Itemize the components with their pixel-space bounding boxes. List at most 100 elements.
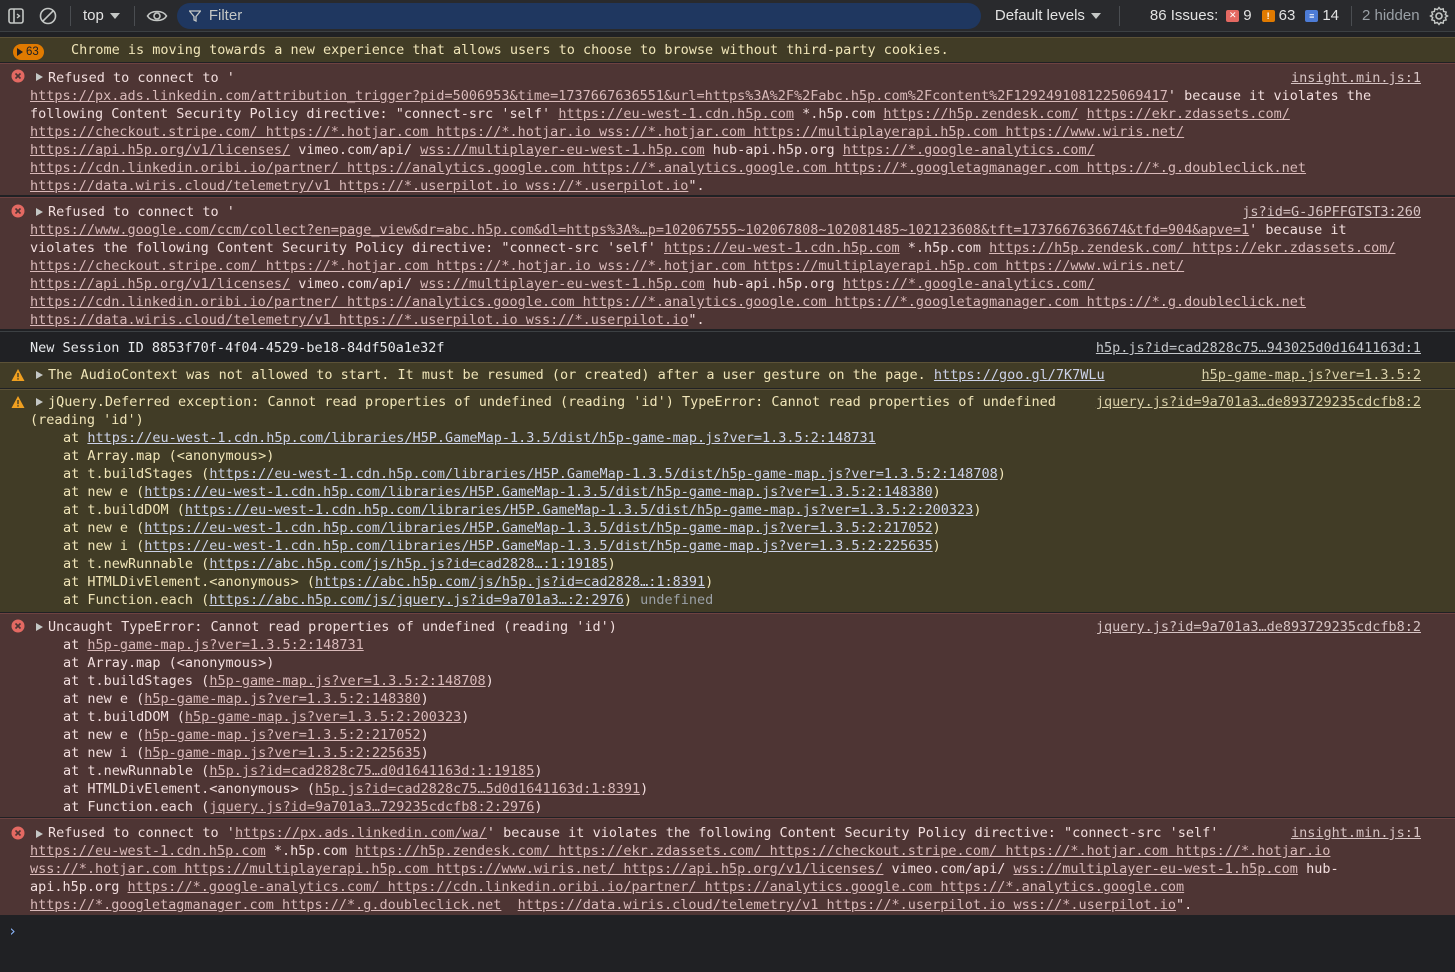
- url-link[interactable]: wss://multiplayer-eu-west-1.h5p.com: [420, 142, 704, 158]
- url-link[interactable]: https://abc.h5p.com/js/h5p.js?id=cad2828…: [315, 574, 705, 590]
- error-icon: [11, 69, 25, 83]
- url-link[interactable]: https://h5p.zendesk.com/ https://ekr.zda…: [989, 240, 1395, 256]
- source-link[interactable]: insight.min.js:1: [1291, 69, 1421, 87]
- message-text: api.h5p.org https://*.google-analytics.c…: [30, 879, 1185, 895]
- url-link[interactable]: h5p-game-map.js?ver=1.3.5:2:148708: [209, 673, 485, 689]
- stack-frame: at new e (https://eu-west-1.cdn.h5p.com/…: [63, 520, 941, 536]
- url-link[interactable]: https://abc.h5p.com/js/h5p.js?id=cad2828…: [209, 556, 607, 572]
- url-link[interactable]: https://cdn.linkedin.oribi.io/partner/ h…: [30, 159, 1306, 177]
- url-link[interactable]: https://*.google-analytics.com/ https://…: [128, 879, 1185, 895]
- url-link[interactable]: https://api.h5p.org/v1/licenses/: [30, 276, 290, 292]
- url-link[interactable]: https://data.wiris.cloud/telemetry/v1 ht…: [30, 178, 688, 194]
- expand-triangle-icon[interactable]: [36, 623, 43, 631]
- url-link[interactable]: https://ekr.zdassets.com/: [1087, 106, 1290, 122]
- url-link[interactable]: https://data.wiris.cloud/telemetry/v1 ht…: [30, 312, 688, 328]
- url-link[interactable]: https://goo.gl/7K7WLu: [934, 367, 1105, 383]
- source-link[interactable]: jquery.js?id=9a701a3…de893729235cdcfb8:2: [1096, 393, 1421, 411]
- url-link[interactable]: https://checkout.stripe.com/ https://*.h…: [30, 257, 1184, 275]
- url-link[interactable]: https://eu-west-1.cdn.h5p.com/libraries/…: [144, 520, 932, 536]
- console-prompt-chevron-icon[interactable]: ›: [8, 922, 17, 940]
- console-message-csp-error-linkedin[interactable]: Refused to connect to ' insight.min.js:1…: [0, 63, 1455, 195]
- url-link[interactable]: jquery.js?id=9a701a3…729235cdcfb8:2:2976: [209, 799, 534, 815]
- url-link[interactable]: https://abc.h5p.com/js/jquery.js?id=9a70…: [209, 592, 624, 608]
- expand-triangle-icon[interactable]: [36, 371, 43, 379]
- console-message-session-id[interactable]: New Session ID 8853f70f-4f04-4529-be18-8…: [0, 331, 1455, 361]
- expand-triangle-icon[interactable]: [36, 73, 43, 81]
- console-message-cookies-warning[interactable]: 63 Chrome is moving towards a new experi…: [0, 37, 1455, 62]
- url-link[interactable]: https://api.h5p.org/v1/licenses/: [30, 142, 290, 158]
- issues-counter[interactable]: 86 Issues: ✕ 9 ! 63 ≡ 14: [1150, 7, 1339, 24]
- source-link[interactable]: h5p-game-map.js?ver=1.3.5:2: [1202, 366, 1421, 384]
- live-expression-eye-icon[interactable]: [141, 0, 173, 32]
- url-link[interactable]: https://eu-west-1.cdn.h5p.com/libraries/…: [185, 502, 973, 518]
- repeat-count-badge[interactable]: 63: [13, 44, 44, 60]
- source-link[interactable]: jquery.js?id=9a701a3…de893729235cdcfb8:2: [1096, 618, 1421, 636]
- filter-icon: [188, 9, 201, 22]
- url-link[interactable]: wss://multiplayer-eu-west-1.h5p.com: [420, 276, 704, 292]
- url-link[interactable]: https://eu-west-1.cdn.h5p.com/libraries/…: [144, 538, 932, 554]
- message-text: wss://*.hotjar.com https://multiplayerap…: [30, 861, 1339, 877]
- gear-icon[interactable]: [1427, 4, 1451, 28]
- source-link[interactable]: insight.min.js:1: [1291, 824, 1421, 842]
- error-icon: [11, 619, 25, 633]
- url-link[interactable]: h5p.js?id=cad2828c75…5d0d1641163d:1:8391: [315, 781, 640, 797]
- expand-triangle-icon[interactable]: [36, 398, 43, 406]
- source-link[interactable]: js?id=G-J6PFFGTST3:260: [1242, 203, 1421, 221]
- toolbar-divider: [70, 5, 71, 26]
- url-link[interactable]: https://data.wiris.cloud/telemetry/v1 ht…: [518, 897, 1176, 913]
- url-link[interactable]: https://eu-west-1.cdn.h5p.com/libraries/…: [209, 466, 997, 482]
- url-link[interactable]: https://cdn.linkedin.oribi.io/partner/ h…: [30, 293, 1306, 311]
- message-text: Chrome is moving towards a new experienc…: [71, 42, 949, 58]
- sidebar-toggle-icon[interactable]: [0, 0, 32, 32]
- url-link[interactable]: https://*.google-analytics.com/: [843, 142, 1095, 158]
- log-levels-dropdown[interactable]: Default levels: [995, 7, 1101, 24]
- url-link[interactable]: https://www.google.com/ccm/collect?en=pa…: [30, 222, 1249, 238]
- stack-frame: at HTMLDivElement.<anonymous> (h5p.js?id…: [63, 781, 649, 797]
- stack-frame: at h5p-game-map.js?ver=1.3.5:2:148731: [63, 637, 364, 653]
- warning-icon: [11, 369, 25, 381]
- url-link[interactable]: https://*.googletagmanager.com https://*…: [30, 897, 501, 913]
- url-link[interactable]: https://eu-west-1.cdn.h5p.com/libraries/…: [144, 484, 932, 500]
- console-message-uncaught-typeerror[interactable]: Uncaught TypeError: Cannot read properti…: [0, 613, 1455, 817]
- filter-input[interactable]: [208, 7, 909, 24]
- url-link[interactable]: https://h5p.zendesk.com/ https://ekr.zda…: [355, 843, 1330, 859]
- console-message-jquery-deferred-warning[interactable]: jQuery.Deferred exception: Cannot read p…: [0, 389, 1455, 612]
- expand-triangle-icon[interactable]: [36, 208, 43, 216]
- expand-triangle-icon[interactable]: [36, 830, 43, 838]
- url-link[interactable]: wss://multiplayer-eu-west-1.h5p.com: [1013, 861, 1297, 877]
- url-link[interactable]: h5p-game-map.js?ver=1.3.5:2:200323: [185, 709, 461, 725]
- url-link[interactable]: https://px.ads.linkedin.com/wa/: [235, 825, 487, 841]
- url-link[interactable]: h5p-game-map.js?ver=1.3.5:2:217052: [144, 727, 420, 743]
- url-link[interactable]: h5p.js?id=cad2828c75…d0d1641163d:1:19185: [209, 763, 534, 779]
- url-link[interactable]: https://eu-west-1.cdn.h5p.com: [664, 240, 900, 256]
- message-text: https://api.h5p.org/v1/licenses/ vimeo.c…: [30, 142, 1095, 158]
- message-text: Refused to connect to 'https://px.ads.li…: [48, 825, 1219, 841]
- url-link[interactable]: https://*.google-analytics.com/: [843, 276, 1095, 292]
- url-link[interactable]: https://eu-west-1.cdn.h5p.com/libraries/…: [87, 430, 875, 446]
- url-link[interactable]: https://eu-west-1.cdn.h5p.com: [558, 106, 794, 122]
- filter-bar[interactable]: [176, 2, 981, 29]
- message-text: https://www.google.com/ccm/collect?en=pa…: [30, 222, 1347, 238]
- url-link[interactable]: https://eu-west-1.cdn.h5p.com: [30, 843, 266, 859]
- console-message-csp-error-linkedin-wa[interactable]: Refused to connect to 'https://px.ads.li…: [0, 818, 1455, 915]
- console-message-audiocontext-warning[interactable]: The AudioContext was not allowed to star…: [0, 362, 1455, 388]
- message-text: https://*.googletagmanager.com https://*…: [30, 897, 1193, 913]
- hidden-count[interactable]: 2 hidden: [1362, 7, 1420, 24]
- url-link[interactable]: https://checkout.stripe.com/ https://*.h…: [30, 123, 1184, 141]
- message-text: violates the following Content Security …: [30, 240, 1396, 256]
- clear-console-icon[interactable]: [32, 0, 64, 32]
- url-link[interactable]: https://h5p.zendesk.com/: [883, 106, 1078, 122]
- url-link[interactable]: h5p-game-map.js?ver=1.3.5:2:148380: [144, 691, 420, 707]
- stack-frame: at t.buildStages (https://eu-west-1.cdn.…: [63, 466, 1006, 482]
- console-toolbar: top Default levels 86 Issues: ✕ 9 ! 63 ≡…: [0, 0, 1455, 32]
- url-link[interactable]: https://px.ads.linkedin.com/attribution_…: [30, 88, 1168, 104]
- source-link[interactable]: h5p.js?id=cad2828c75…943025d0d1641163d:1: [1096, 339, 1421, 357]
- stack-frame: at Array.map (<anonymous>): [63, 448, 275, 464]
- error-icon: [11, 826, 25, 840]
- url-link[interactable]: wss://*.hotjar.com https://multiplayerap…: [30, 861, 883, 877]
- url-link[interactable]: h5p-game-map.js?ver=1.3.5:2:225635: [144, 745, 420, 761]
- console-message-csp-error-google[interactable]: Refused to connect to ' js?id=G-J6PFFGTS…: [0, 197, 1455, 329]
- url-link[interactable]: h5p-game-map.js?ver=1.3.5:2:148731: [87, 637, 363, 653]
- context-selector[interactable]: top: [77, 7, 128, 24]
- message-text: https://data.wiris.cloud/telemetry/v1 ht…: [30, 312, 705, 328]
